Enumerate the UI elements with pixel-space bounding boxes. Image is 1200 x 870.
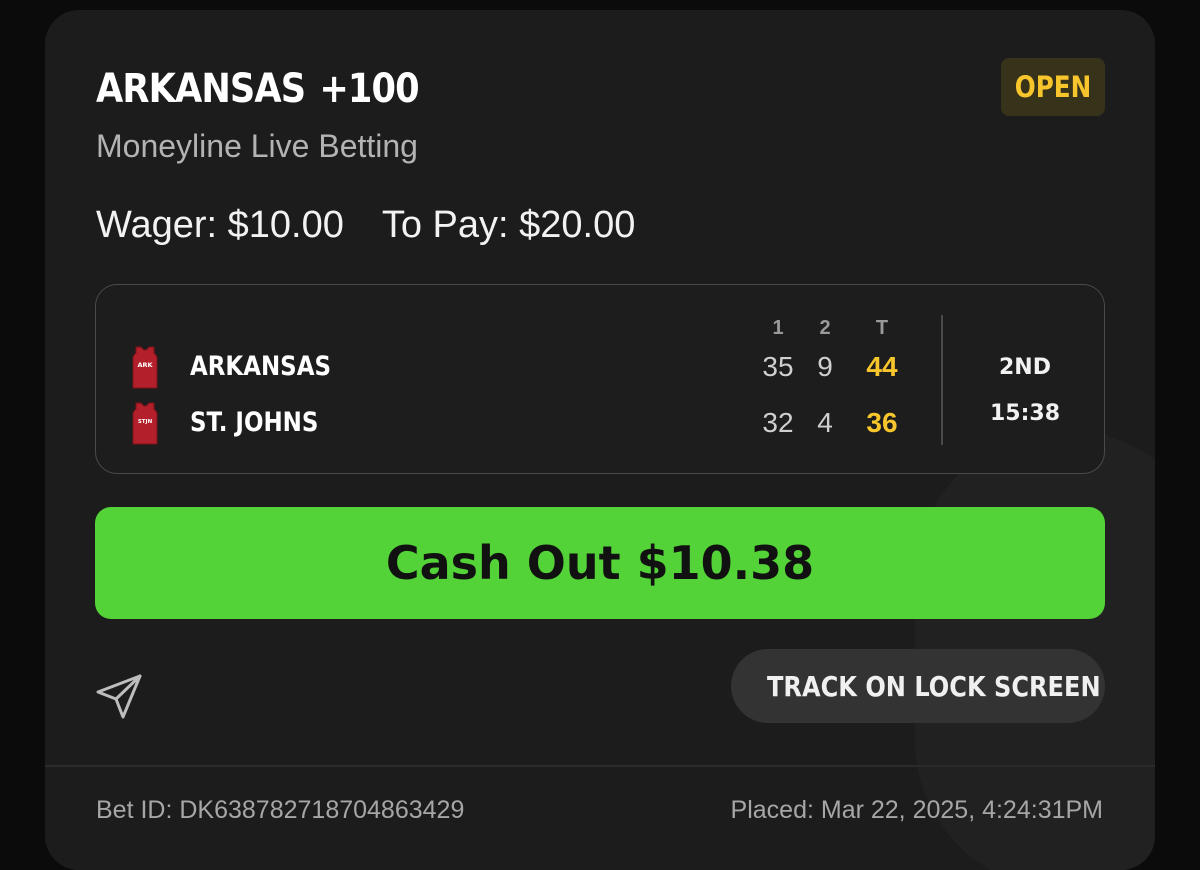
cash-out-button[interactable]: Cash Out $10.38 [95, 507, 1105, 619]
status-badge: OPEN [1001, 58, 1105, 116]
footer-divider [45, 765, 1155, 767]
game-clock: 15:38 [989, 401, 1061, 426]
track-on-lock-screen-button[interactable]: TRACK ON LOCK SCREEN [731, 649, 1105, 723]
column-header-period-1: 1 [772, 317, 784, 339]
score-total: 36 [866, 407, 898, 438]
track-label: TRACK ON LOCK SCREEN [767, 669, 1101, 703]
scoreboard[interactable]: 1 2 T ARK ARKANSAS 35 9 44 STJN ST. JOHN… [95, 284, 1105, 474]
column-header-total: T [875, 317, 889, 339]
score-period-2: 9 [817, 351, 833, 382]
to-pay-amount: To Pay: $20.00 [381, 204, 636, 246]
column-header-period-2: 2 [819, 317, 831, 339]
market-type: Moneyline Live Betting [96, 128, 418, 164]
team-name-home: ARKANSAS [190, 351, 332, 382]
score-period-1: 35 [762, 351, 794, 382]
jersey-icon: ARK [132, 346, 158, 389]
game-period: 2ND [999, 355, 1051, 380]
bet-odds: +100 [319, 66, 419, 112]
jersey-label: STJN [138, 419, 153, 425]
wager-amount: Wager: $10.00 [96, 204, 344, 246]
jersey-icon: STJN [132, 402, 158, 445]
score-total: 44 [866, 351, 898, 382]
placed-timestamp: Placed: Mar 22, 2025, 4:24:31PM [730, 796, 1103, 824]
score-period-2: 4 [817, 407, 833, 438]
send-icon[interactable] [94, 670, 146, 722]
team-name-away: ST. JOHNS [190, 407, 319, 438]
jersey-label: ARK [137, 361, 153, 369]
score-period-1: 32 [762, 407, 794, 438]
bet-card: ARKANSAS +100 OPEN Moneyline Live Betting… [45, 10, 1155, 870]
bet-title: ARKANSAS +100 [96, 66, 420, 112]
wager-summary: Wager: $10.00 To Pay: $20.00 [96, 204, 635, 247]
scoreboard-divider [941, 315, 943, 445]
bet-team: ARKANSAS [96, 66, 306, 112]
bet-id: Bet ID: DK638782718704863429 [96, 796, 465, 824]
